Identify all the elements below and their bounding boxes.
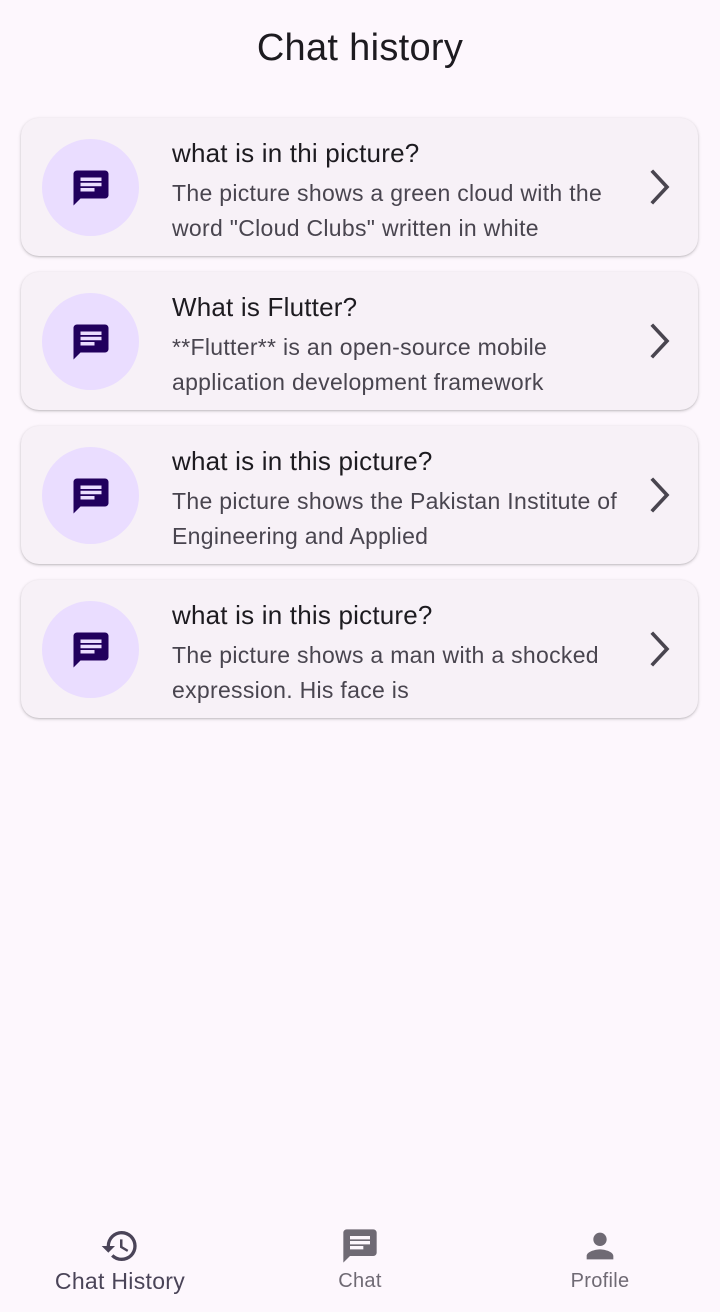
chevron-right-icon: [646, 475, 674, 515]
chat-avatar: [42, 293, 139, 390]
chat-avatar: [42, 139, 139, 236]
chat-title: What is Flutter?: [172, 292, 358, 322]
chat-icon: [340, 1226, 380, 1266]
chat-bubble-icon: [73, 324, 108, 359]
app-bar: Chat history: [0, 0, 720, 96]
nav-label: Chat History: [54, 1268, 186, 1294]
chat-bubble-icon: [73, 170, 108, 205]
history-icon: [100, 1226, 140, 1266]
chat-title: what is in this picture?: [172, 600, 433, 630]
chat-history-item[interactable]: what is in this picture? The picture sho…: [21, 426, 698, 564]
chat-history-item[interactable]: What is Flutter? **Flutter** is an open-…: [21, 272, 698, 410]
chevron-right-icon: [646, 629, 674, 669]
person-icon: [580, 1226, 620, 1266]
chat-preview: The picture shows the Pakistan Institute…: [172, 488, 618, 549]
chevron-right-icon: [646, 167, 674, 207]
chat-bubble-icon: [73, 478, 108, 513]
chat-text: what is in this picture? The picture sho…: [172, 598, 632, 708]
nav-label: Profile: [570, 1270, 630, 1292]
chat-text: what is in thi picture? The picture show…: [172, 136, 632, 246]
chat-history-list: what is in thi picture? The picture show…: [21, 118, 698, 734]
chat-history-item[interactable]: what is in this picture? The picture sho…: [21, 580, 698, 718]
chat-preview: The picture shows a green cloud with the…: [172, 180, 603, 241]
chat-preview: The picture shows a man with a shocked e…: [172, 642, 599, 703]
nav-chat[interactable]: Chat: [240, 1208, 480, 1312]
chat-avatar: [42, 601, 139, 698]
page-title: Chat history: [256, 26, 464, 69]
bottom-navigation: Chat History Chat Profile: [0, 1208, 720, 1312]
nav-profile[interactable]: Profile: [480, 1208, 720, 1312]
chat-history-item[interactable]: what is in thi picture? The picture show…: [21, 118, 698, 256]
chat-title: what is in this picture?: [172, 446, 433, 476]
chevron-right-icon: [646, 321, 674, 361]
chat-bubble-icon: [73, 632, 108, 667]
chat-title: what is in thi picture?: [172, 138, 420, 168]
chat-text: What is Flutter? **Flutter** is an open-…: [172, 290, 632, 400]
chat-preview: **Flutter** is an open-source mobile app…: [172, 334, 548, 395]
chat-avatar: [42, 447, 139, 544]
nav-chat-history[interactable]: Chat History: [0, 1208, 240, 1312]
chat-text: what is in this picture? The picture sho…: [172, 444, 632, 554]
nav-label: Chat: [338, 1270, 382, 1292]
